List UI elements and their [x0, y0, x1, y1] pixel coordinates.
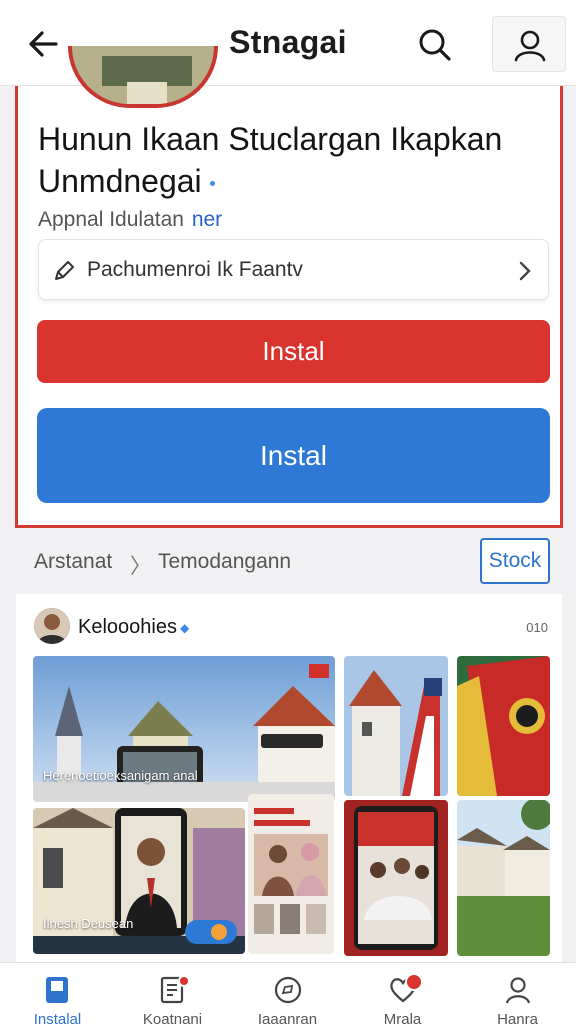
photo-house-flag[interactable]: [344, 656, 448, 796]
search-button[interactable]: [412, 22, 458, 68]
photo-group-red[interactable]: [344, 800, 448, 956]
nav-label: Instalal: [33, 1011, 82, 1024]
nav-label: Koatnani: [142, 1011, 203, 1024]
message-icon: [274, 976, 302, 1004]
developer-label: Appnal Idulatan: [38, 208, 184, 231]
app-title: Hunun Ikaan Stuclargan Ikapkan Unmdnegai: [38, 118, 548, 202]
feed-count: 010: [526, 620, 548, 635]
bottom-navigation: Instalal Koatnani Iaaanran Mrala Hanra: [0, 962, 576, 1024]
user-icon: [514, 30, 546, 62]
photo-phone-portrait[interactable]: Ilnesh Deusean: [33, 808, 245, 954]
feed-author-label: Kelooohies: [78, 616, 177, 638]
search-icon: [419, 29, 451, 61]
photo-caption: Herenoetioeksanigam anal: [43, 768, 198, 783]
feed-card: Kelooohies ◆ 010 Herenoetioeksanigam anal: [16, 594, 562, 962]
install-button-secondary[interactable]: Instal: [37, 408, 550, 503]
feed-author[interactable]: Kelooohies ◆: [78, 616, 189, 639]
info-row[interactable]: Pachumenroi Ik Faantv: [38, 239, 549, 300]
nav-item-install[interactable]: Instalal: [0, 963, 115, 1024]
bookmark-icon: [46, 977, 68, 1003]
install-button-primary[interactable]: Instal: [37, 320, 550, 383]
arrow-left-icon: [29, 31, 58, 57]
nav-label: Mrala: [383, 1011, 422, 1024]
avatar[interactable]: [34, 608, 70, 644]
nav-item-favorites[interactable]: Mrala: [345, 963, 460, 1024]
chevron-right-icon: [519, 261, 531, 281]
verified-icon: [209, 181, 215, 187]
developer-name[interactable]: Appnal Idulatan ner: [38, 208, 222, 232]
pencil-icon: [55, 261, 74, 280]
notification-badge: [178, 975, 190, 987]
stock-button[interactable]: Stock: [480, 538, 550, 584]
app-detail-card: Hunun Ikaan Stuclargan Ikapkan Unmdnegai…: [15, 46, 563, 528]
profile-button[interactable]: [492, 16, 566, 72]
nav-label: Iaaanran: [257, 1011, 318, 1024]
back-button[interactable]: [22, 22, 66, 66]
photo-caption: Ilnesh Deusean: [43, 916, 134, 931]
notification-badge: [405, 973, 423, 991]
photo-flag-emblem[interactable]: [457, 656, 550, 796]
nav-item-kontent[interactable]: Koatnani: [115, 963, 230, 1024]
nav-item-messages[interactable]: Iaaanran: [230, 963, 345, 1024]
app-logo: [68, 46, 218, 108]
breadcrumb: Arstanat 〉 Temodangann Stock: [0, 528, 576, 594]
developer-tag: ner: [191, 208, 223, 231]
nav-item-profile[interactable]: Hanra: [460, 963, 575, 1024]
app-title-line-2: Unmdnegai: [38, 163, 202, 199]
user-icon: [505, 977, 531, 1004]
photo-building-large[interactable]: Herenoetioeksanigam anal: [33, 656, 335, 802]
verified-icon: ◆: [179, 620, 190, 635]
breadcrumb-item-1[interactable]: Arstanat: [34, 550, 112, 574]
app-title-line-1: Hunun Ikaan Stuclargan Ikapkan: [38, 121, 503, 157]
photo-magazine[interactable]: [248, 794, 334, 954]
breadcrumb-separator: 〉: [130, 555, 151, 578]
photo-house-lawn[interactable]: [457, 800, 550, 956]
nav-label: Hanra: [497, 1011, 538, 1024]
info-row-label: Pachumenroi Ik Faantv: [87, 258, 303, 281]
breadcrumb-item-2[interactable]: Temodangann: [158, 550, 291, 574]
